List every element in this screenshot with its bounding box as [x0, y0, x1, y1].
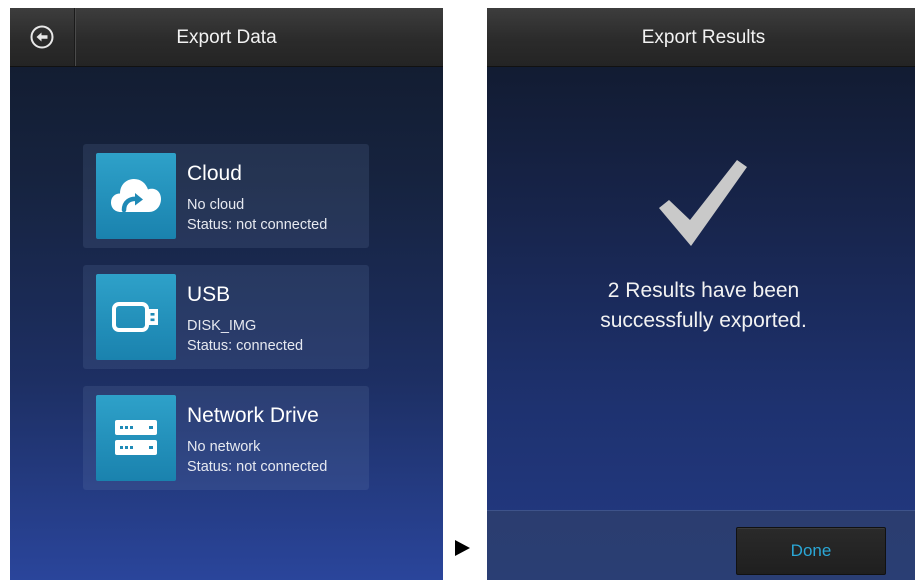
checkmark-icon	[657, 158, 749, 250]
titlebar: Export Results	[487, 8, 915, 67]
option-detail: DISK_IMG	[187, 318, 257, 334]
option-title: Network Drive	[187, 404, 319, 427]
cloud-icon-tile	[96, 153, 176, 239]
back-button[interactable]	[10, 8, 75, 66]
option-status: Status: not connected	[187, 217, 328, 233]
cloud-upload-icon	[111, 179, 161, 213]
result-message-line: successfully exported.	[600, 309, 807, 332]
export-results-screen: Export Results 2 Results have been succe…	[487, 8, 915, 580]
option-detail: No cloud	[187, 197, 245, 213]
export-option-usb[interactable]: USB DISK_IMG Status: connected	[83, 265, 369, 369]
option-status: Status: connected	[187, 338, 304, 354]
option-status: Status: not connected	[187, 459, 328, 475]
export-option-cloud[interactable]: Cloud No cloud Status: not connected	[83, 144, 369, 248]
option-detail: No network	[187, 439, 261, 455]
option-title: Cloud	[187, 162, 242, 185]
export-data-screen: Export Data Cloud No cloud Status: not c…	[10, 8, 443, 580]
option-title: USB	[187, 283, 231, 306]
result-message-line: 2 Results have been	[607, 279, 800, 302]
back-arrow-circle-icon	[30, 25, 54, 49]
titlebar: Export Data	[10, 8, 443, 67]
network-drive-icon-tile	[96, 395, 176, 481]
done-button[interactable]: Done	[736, 527, 886, 575]
usb-drive-icon	[112, 302, 158, 332]
play-arrow-icon	[455, 540, 470, 556]
result-message: 2 Results have been successfully exporte…	[487, 276, 915, 336]
network-drive-icon	[115, 420, 157, 455]
usb-icon-tile	[96, 274, 176, 360]
export-option-network-drive[interactable]: Network Drive No network Status: not con…	[83, 386, 369, 490]
footer-bar: Done	[487, 510, 915, 580]
page-title: Export Results	[641, 27, 766, 48]
